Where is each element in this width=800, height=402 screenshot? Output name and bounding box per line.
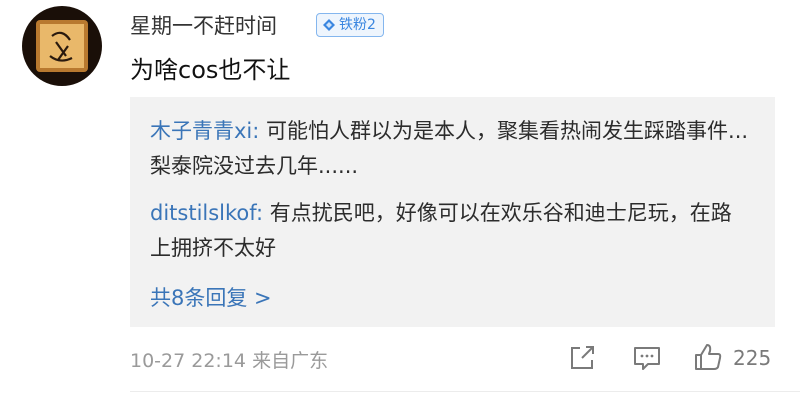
reply-separator: : bbox=[252, 119, 267, 143]
comment-text: 为啥cos也不让 bbox=[130, 56, 291, 84]
comment-location: 来自广东 bbox=[252, 350, 329, 372]
reply-username[interactable]: ditstilslkof bbox=[150, 201, 256, 225]
reply-username[interactable]: 木子青青xi bbox=[150, 119, 252, 143]
username[interactable]: 星期一不赶时间 bbox=[130, 10, 277, 40]
avatar[interactable] bbox=[22, 6, 102, 86]
diamond-icon bbox=[323, 19, 335, 31]
divider bbox=[130, 391, 800, 392]
like-count: 225 bbox=[733, 346, 772, 370]
fan-badge[interactable]: 铁粉2 bbox=[316, 13, 384, 37]
badge-label: 铁粉2 bbox=[339, 17, 376, 33]
comment-time: 10-27 22:14 bbox=[130, 350, 247, 372]
repost-icon[interactable] bbox=[566, 342, 598, 374]
reply-item[interactable]: ditstilslkof: 有点扰民吧，好像可以在欢乐谷和迪士尼玩，在路上拥挤不… bbox=[150, 196, 750, 266]
like-icon[interactable] bbox=[692, 341, 724, 373]
comment-icon[interactable] bbox=[631, 342, 663, 374]
comment-meta: 10-27 22:14 来自广东 bbox=[130, 346, 328, 373]
more-replies-link[interactable]: 共8条回复 > bbox=[150, 282, 272, 312]
reply-box[interactable]: 木子青青xi: 可能怕人群以为是本人，聚集看热闹发生踩踏事件...梨泰院没过去几… bbox=[130, 97, 775, 327]
reply-item[interactable]: 木子青青xi: 可能怕人群以为是本人，聚集看热闹发生踩踏事件...梨泰院没过去几… bbox=[150, 114, 750, 184]
reply-separator: : bbox=[255, 201, 270, 225]
